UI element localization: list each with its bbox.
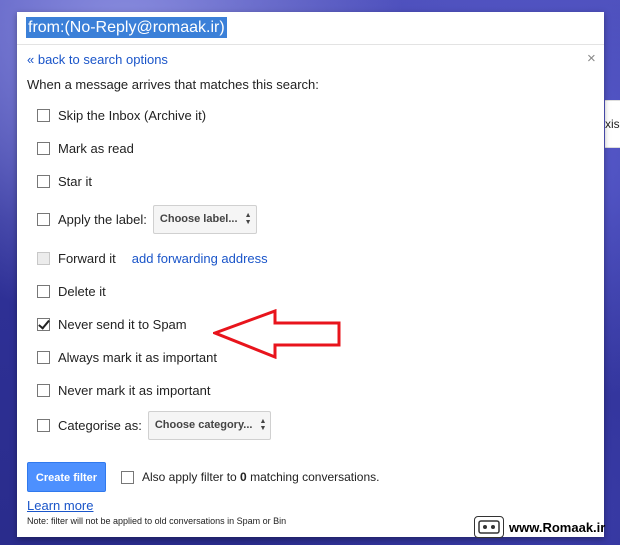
- romaak-logo-icon: [474, 516, 504, 538]
- never-spam-label: Never send it to Spam: [58, 316, 187, 332]
- label-select[interactable]: Choose label... ▲ ▼: [152, 204, 257, 234]
- option-forward: Forward it add forwarding address: [37, 248, 268, 268]
- close-icon[interactable]: ×: [587, 50, 596, 67]
- mark-read-label: Mark as read: [58, 140, 134, 156]
- option-delete[interactable]: Delete it: [37, 281, 106, 301]
- filter-dialog: from:(No-Reply@romaak.ir) « back to sear…: [17, 12, 604, 537]
- option-mark-read[interactable]: Mark as read: [37, 138, 134, 158]
- forward-checkbox: [37, 251, 50, 265]
- option-never-spam[interactable]: Never send it to Spam: [37, 314, 187, 334]
- skip-inbox-label: Skip the Inbox (Archive it): [58, 107, 207, 123]
- never-spam-checkbox[interactable]: [37, 317, 50, 331]
- always-important-label: Always mark it as important: [58, 349, 217, 365]
- option-star[interactable]: Star it: [37, 171, 92, 191]
- option-apply-label[interactable]: Apply the label: Choose label... ▲ ▼: [37, 204, 257, 234]
- never-important-label: Never mark it as important: [58, 382, 211, 398]
- star-label: Star it: [58, 173, 92, 189]
- background-page-strip: xis: [605, 100, 620, 148]
- categorise-label: Categorise as:: [58, 417, 142, 433]
- star-checkbox[interactable]: [37, 174, 50, 188]
- option-skip-inbox[interactable]: Skip the Inbox (Archive it): [37, 105, 206, 125]
- background-page-text: xis: [605, 117, 620, 131]
- categorise-checkbox[interactable]: [37, 418, 50, 432]
- add-forwarding-address-link[interactable]: add forwarding address: [132, 251, 268, 266]
- always-important-checkbox[interactable]: [37, 350, 50, 364]
- create-filter-button[interactable]: Create filter: [27, 462, 106, 492]
- skip-inbox-checkbox[interactable]: [37, 108, 50, 122]
- watermark-text: www.Romaak.ir: [509, 519, 606, 535]
- annotation-arrow-icon: [213, 309, 341, 359]
- apply-label-label: Apply the label:: [58, 211, 147, 227]
- search-query-text[interactable]: from:(No-Reply@romaak.ir): [26, 17, 227, 38]
- also-apply-option[interactable]: Also apply filter to 0 matching conversa…: [121, 468, 379, 486]
- also-apply-suffix: matching conversations.: [246, 470, 380, 484]
- delete-label: Delete it: [58, 283, 106, 299]
- option-never-important[interactable]: Never mark it as important: [37, 380, 210, 400]
- filter-note: Note: filter will not be applied to old …: [27, 516, 287, 526]
- matching-count: 0: [240, 470, 247, 484]
- watermark: www.Romaak.ir: [474, 516, 605, 538]
- apply-label-checkbox[interactable]: [37, 212, 50, 226]
- select-arrows-icon: ▲ ▼: [244, 211, 252, 226]
- forward-label: Forward it: [58, 250, 116, 266]
- delete-checkbox[interactable]: [37, 284, 50, 298]
- label-select-value: Choose label...: [159, 213, 238, 225]
- option-categorise[interactable]: Categorise as: Choose category... ▲ ▼: [37, 410, 272, 440]
- category-select[interactable]: Choose category... ▲ ▼: [147, 410, 272, 440]
- search-bar[interactable]: from:(No-Reply@romaak.ir): [17, 12, 604, 45]
- filter-intro-text: When a message arrives that matches this…: [27, 77, 319, 92]
- select-arrows-icon: ▲ ▼: [259, 417, 267, 432]
- option-always-important[interactable]: Always mark it as important: [37, 347, 217, 367]
- also-apply-checkbox[interactable]: [121, 470, 134, 484]
- back-to-search-options-link[interactable]: « back to search options: [27, 52, 168, 67]
- category-select-value: Choose category...: [154, 419, 253, 431]
- never-important-checkbox[interactable]: [37, 383, 50, 397]
- learn-more-link[interactable]: Learn more: [27, 498, 93, 513]
- mark-read-checkbox[interactable]: [37, 141, 50, 155]
- also-apply-prefix: Also apply filter to: [142, 470, 241, 484]
